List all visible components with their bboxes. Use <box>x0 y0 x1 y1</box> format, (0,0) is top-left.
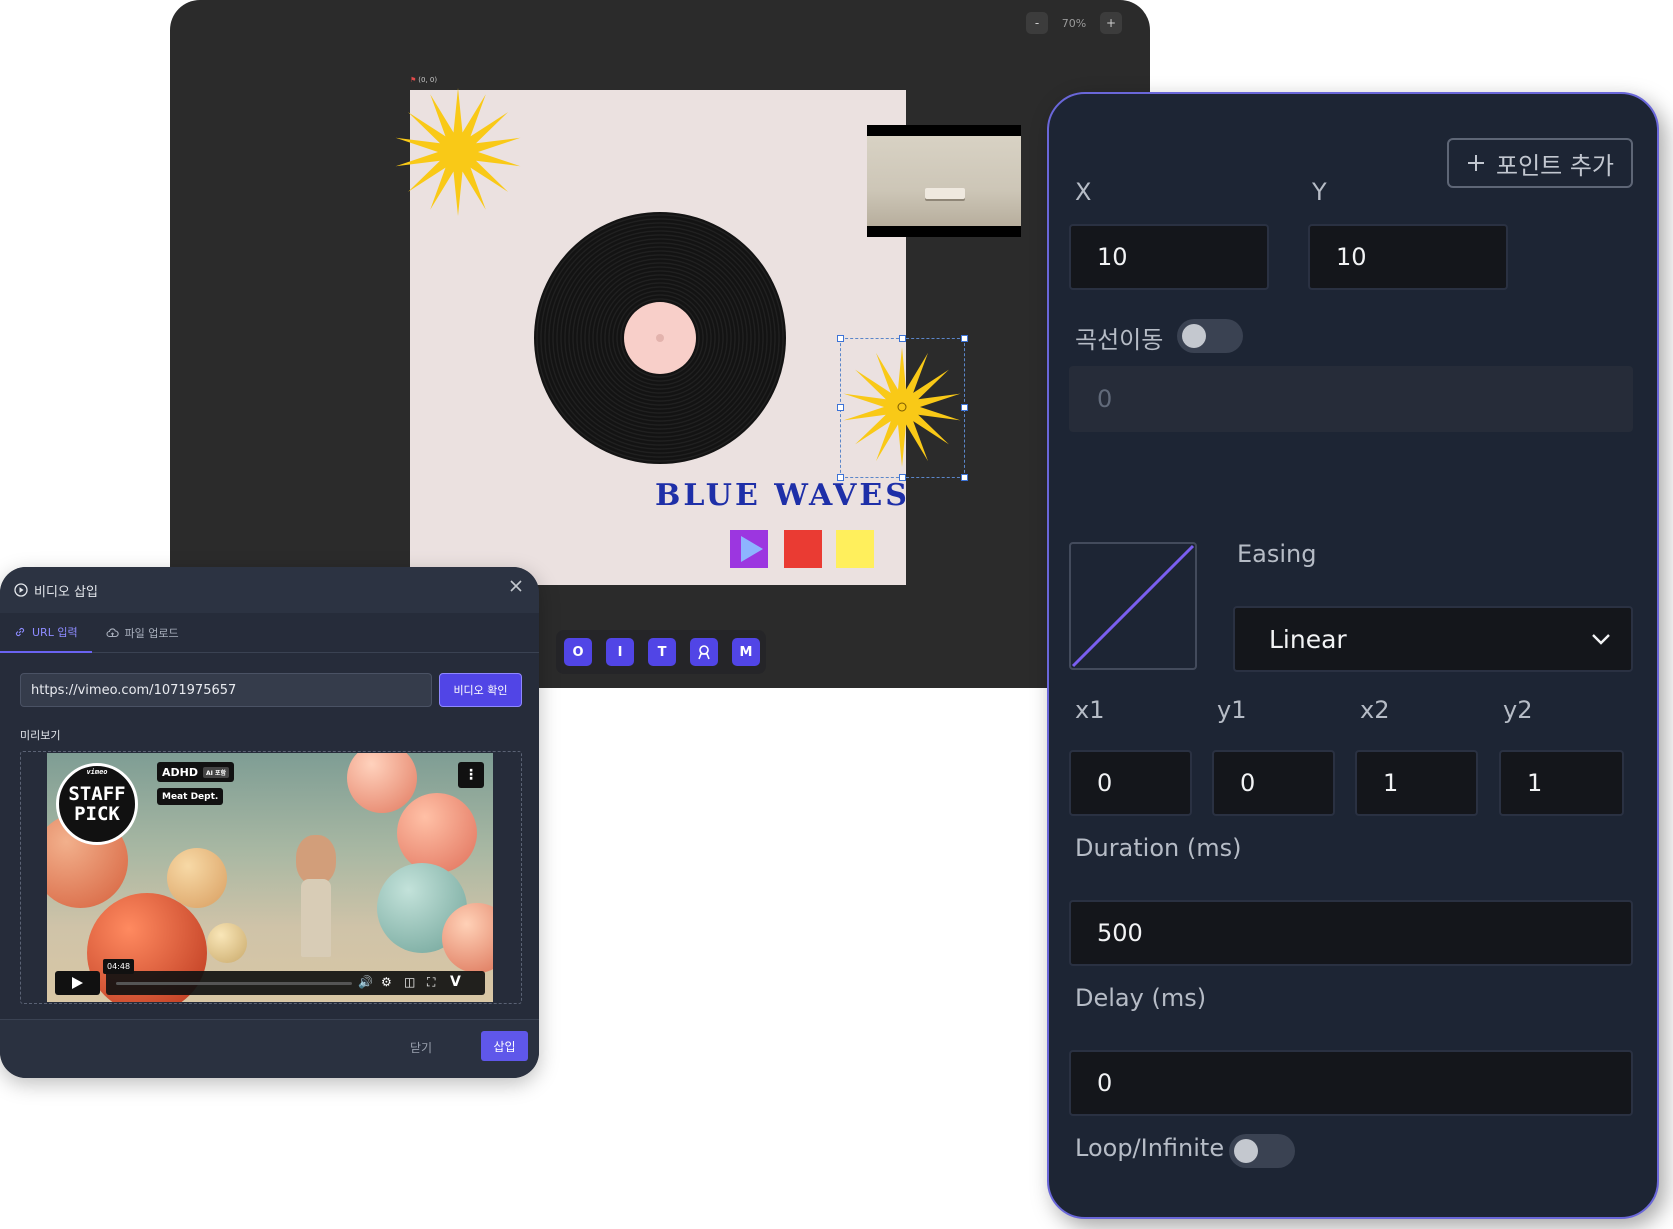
loop-label: Loop/Infinite <box>1075 1134 1225 1162</box>
easing-curve-preview <box>1069 542 1197 670</box>
resize-handle-se[interactable] <box>961 474 968 481</box>
resize-handle-w[interactable] <box>837 404 844 411</box>
sofa-image <box>925 188 965 199</box>
y2-input[interactable]: 1 <box>1499 750 1624 816</box>
pip-icon[interactable]: ◫ <box>404 975 415 989</box>
plus-icon <box>1467 155 1484 171</box>
tool-text[interactable]: T <box>648 638 676 666</box>
zoom-control: - 70% + <box>1026 12 1122 34</box>
canvas-text-blue-waves[interactable]: BLUE WAVES <box>655 478 910 513</box>
resize-handle-ne[interactable] <box>961 335 968 342</box>
close-button[interactable]: 닫기 <box>410 1039 432 1056</box>
volume-icon[interactable]: 🔊 <box>358 975 373 989</box>
video-controls: 🔊 ⚙ ◫ ⛶ V <box>106 971 485 995</box>
y1-input[interactable]: 0 <box>1212 750 1335 816</box>
dialog-tabs: URL 입력 파일 업로드 <box>0 613 539 653</box>
video-progress-bar[interactable] <box>116 982 352 985</box>
x1-label: x1 <box>1075 696 1105 724</box>
badge-line-2: PICK <box>74 803 120 825</box>
curve-label: 곡선이동 <box>1075 326 1164 354</box>
record-label <box>624 302 696 374</box>
y2-label: y2 <box>1503 696 1533 724</box>
zoom-out-button[interactable]: - <box>1026 12 1048 34</box>
vimeo-logo-icon[interactable]: V <box>450 974 461 990</box>
duration-input[interactable]: 500 <box>1069 900 1633 966</box>
badge-line-1: STAFF <box>68 783 126 805</box>
animation-settings-panel: 포인트 추가 X Y 10 10 곡선이동 0 Easing Linear x1… <box>1047 92 1659 1219</box>
yellow-square-shape[interactable] <box>836 530 874 568</box>
dialog-header: 비디오 삽입 <box>0 567 539 613</box>
video-player[interactable]: vimeo STAFF PICK ADHD AI 포함 Meat Dept. ⋮… <box>47 753 493 1002</box>
tab-file-upload[interactable]: 파일 업로드 <box>92 613 193 653</box>
resize-handle-e[interactable] <box>961 404 968 411</box>
sofa-photo-image[interactable] <box>867 125 1021 237</box>
tab-file-label: 파일 업로드 <box>124 626 179 640</box>
easing-value: Linear <box>1269 624 1347 654</box>
easing-select[interactable]: Linear <box>1233 606 1633 672</box>
video-title-text: ADHD <box>162 765 198 779</box>
chevron-down-icon <box>1592 634 1610 645</box>
play-circle-icon <box>14 583 28 597</box>
zoom-in-button[interactable]: + <box>1100 12 1122 34</box>
check-video-button[interactable]: 비디오 확인 <box>439 673 522 707</box>
video-character-image <box>292 835 338 975</box>
y-input[interactable]: 10 <box>1308 224 1508 290</box>
dialog-footer: 닫기 삽입 <box>0 1019 539 1078</box>
x1-input[interactable]: 0 <box>1069 750 1192 816</box>
duration-label: Duration (ms) <box>1075 834 1242 862</box>
resize-handle-n[interactable] <box>899 335 906 342</box>
dialog-title: 비디오 삽입 <box>34 584 98 600</box>
room-image <box>867 136 1021 226</box>
preview-label: 미리보기 <box>20 729 61 742</box>
insert-button[interactable]: 삽입 <box>481 1031 528 1061</box>
easing-label: Easing <box>1237 540 1317 568</box>
close-icon[interactable] <box>509 579 523 593</box>
x2-input[interactable]: 1 <box>1355 750 1478 816</box>
resize-handle-nw[interactable] <box>837 335 844 342</box>
curve-input: 0 <box>1069 366 1633 432</box>
element-toolbar: O I T M <box>556 630 766 674</box>
cloud-upload-icon <box>106 627 119 637</box>
link-icon <box>15 627 25 636</box>
x2-label: x2 <box>1360 696 1390 724</box>
red-square-shape[interactable] <box>784 530 822 568</box>
vinyl-record-image[interactable] <box>534 212 786 464</box>
tool-circle[interactable]: O <box>564 638 592 666</box>
video-url-input[interactable]: https://vimeo.com/1071975657 <box>20 673 432 707</box>
x-input[interactable]: 10 <box>1069 224 1269 290</box>
starburst-shape[interactable] <box>392 76 524 228</box>
delay-label: Delay (ms) <box>1075 984 1207 1012</box>
y1-label: y1 <box>1217 696 1247 724</box>
zoom-level: 70% <box>1061 16 1087 30</box>
tab-url-input[interactable]: URL 입력 <box>0 613 92 653</box>
staff-pick-badge: vimeo STAFF PICK <box>56 763 138 845</box>
badge-brand: vimeo <box>86 768 108 776</box>
tool-media[interactable]: M <box>732 638 760 666</box>
selection-box[interactable] <box>837 335 968 481</box>
add-point-button[interactable]: 포인트 추가 <box>1447 138 1633 188</box>
tool-image[interactable]: I <box>606 638 634 666</box>
video-ai-tag: AI 포함 <box>202 766 229 778</box>
add-point-label: 포인트 추가 <box>1495 151 1615 180</box>
video-title[interactable]: ADHD AI 포함 <box>157 762 234 782</box>
tab-url-label: URL 입력 <box>32 625 78 639</box>
settings-icon[interactable]: ⚙ <box>381 975 392 989</box>
fullscreen-icon[interactable]: ⛶ <box>427 975 435 990</box>
video-byline[interactable]: Meat Dept. <box>157 788 224 805</box>
video-play-button[interactable] <box>55 971 100 995</box>
x-label: X <box>1075 178 1092 206</box>
y-label: Y <box>1312 178 1327 206</box>
loop-toggle[interactable] <box>1229 1134 1295 1168</box>
play-button-shape[interactable] <box>730 530 768 568</box>
tool-character-icon[interactable] <box>690 638 718 666</box>
curve-toggle[interactable] <box>1177 319 1243 353</box>
more-options-icon[interactable]: ⋮ <box>458 762 484 788</box>
video-insert-dialog: 비디오 삽입 URL 입력 파일 업로드 https://vimeo.com/1… <box>0 567 539 1078</box>
delay-input[interactable]: 0 <box>1069 1050 1633 1116</box>
